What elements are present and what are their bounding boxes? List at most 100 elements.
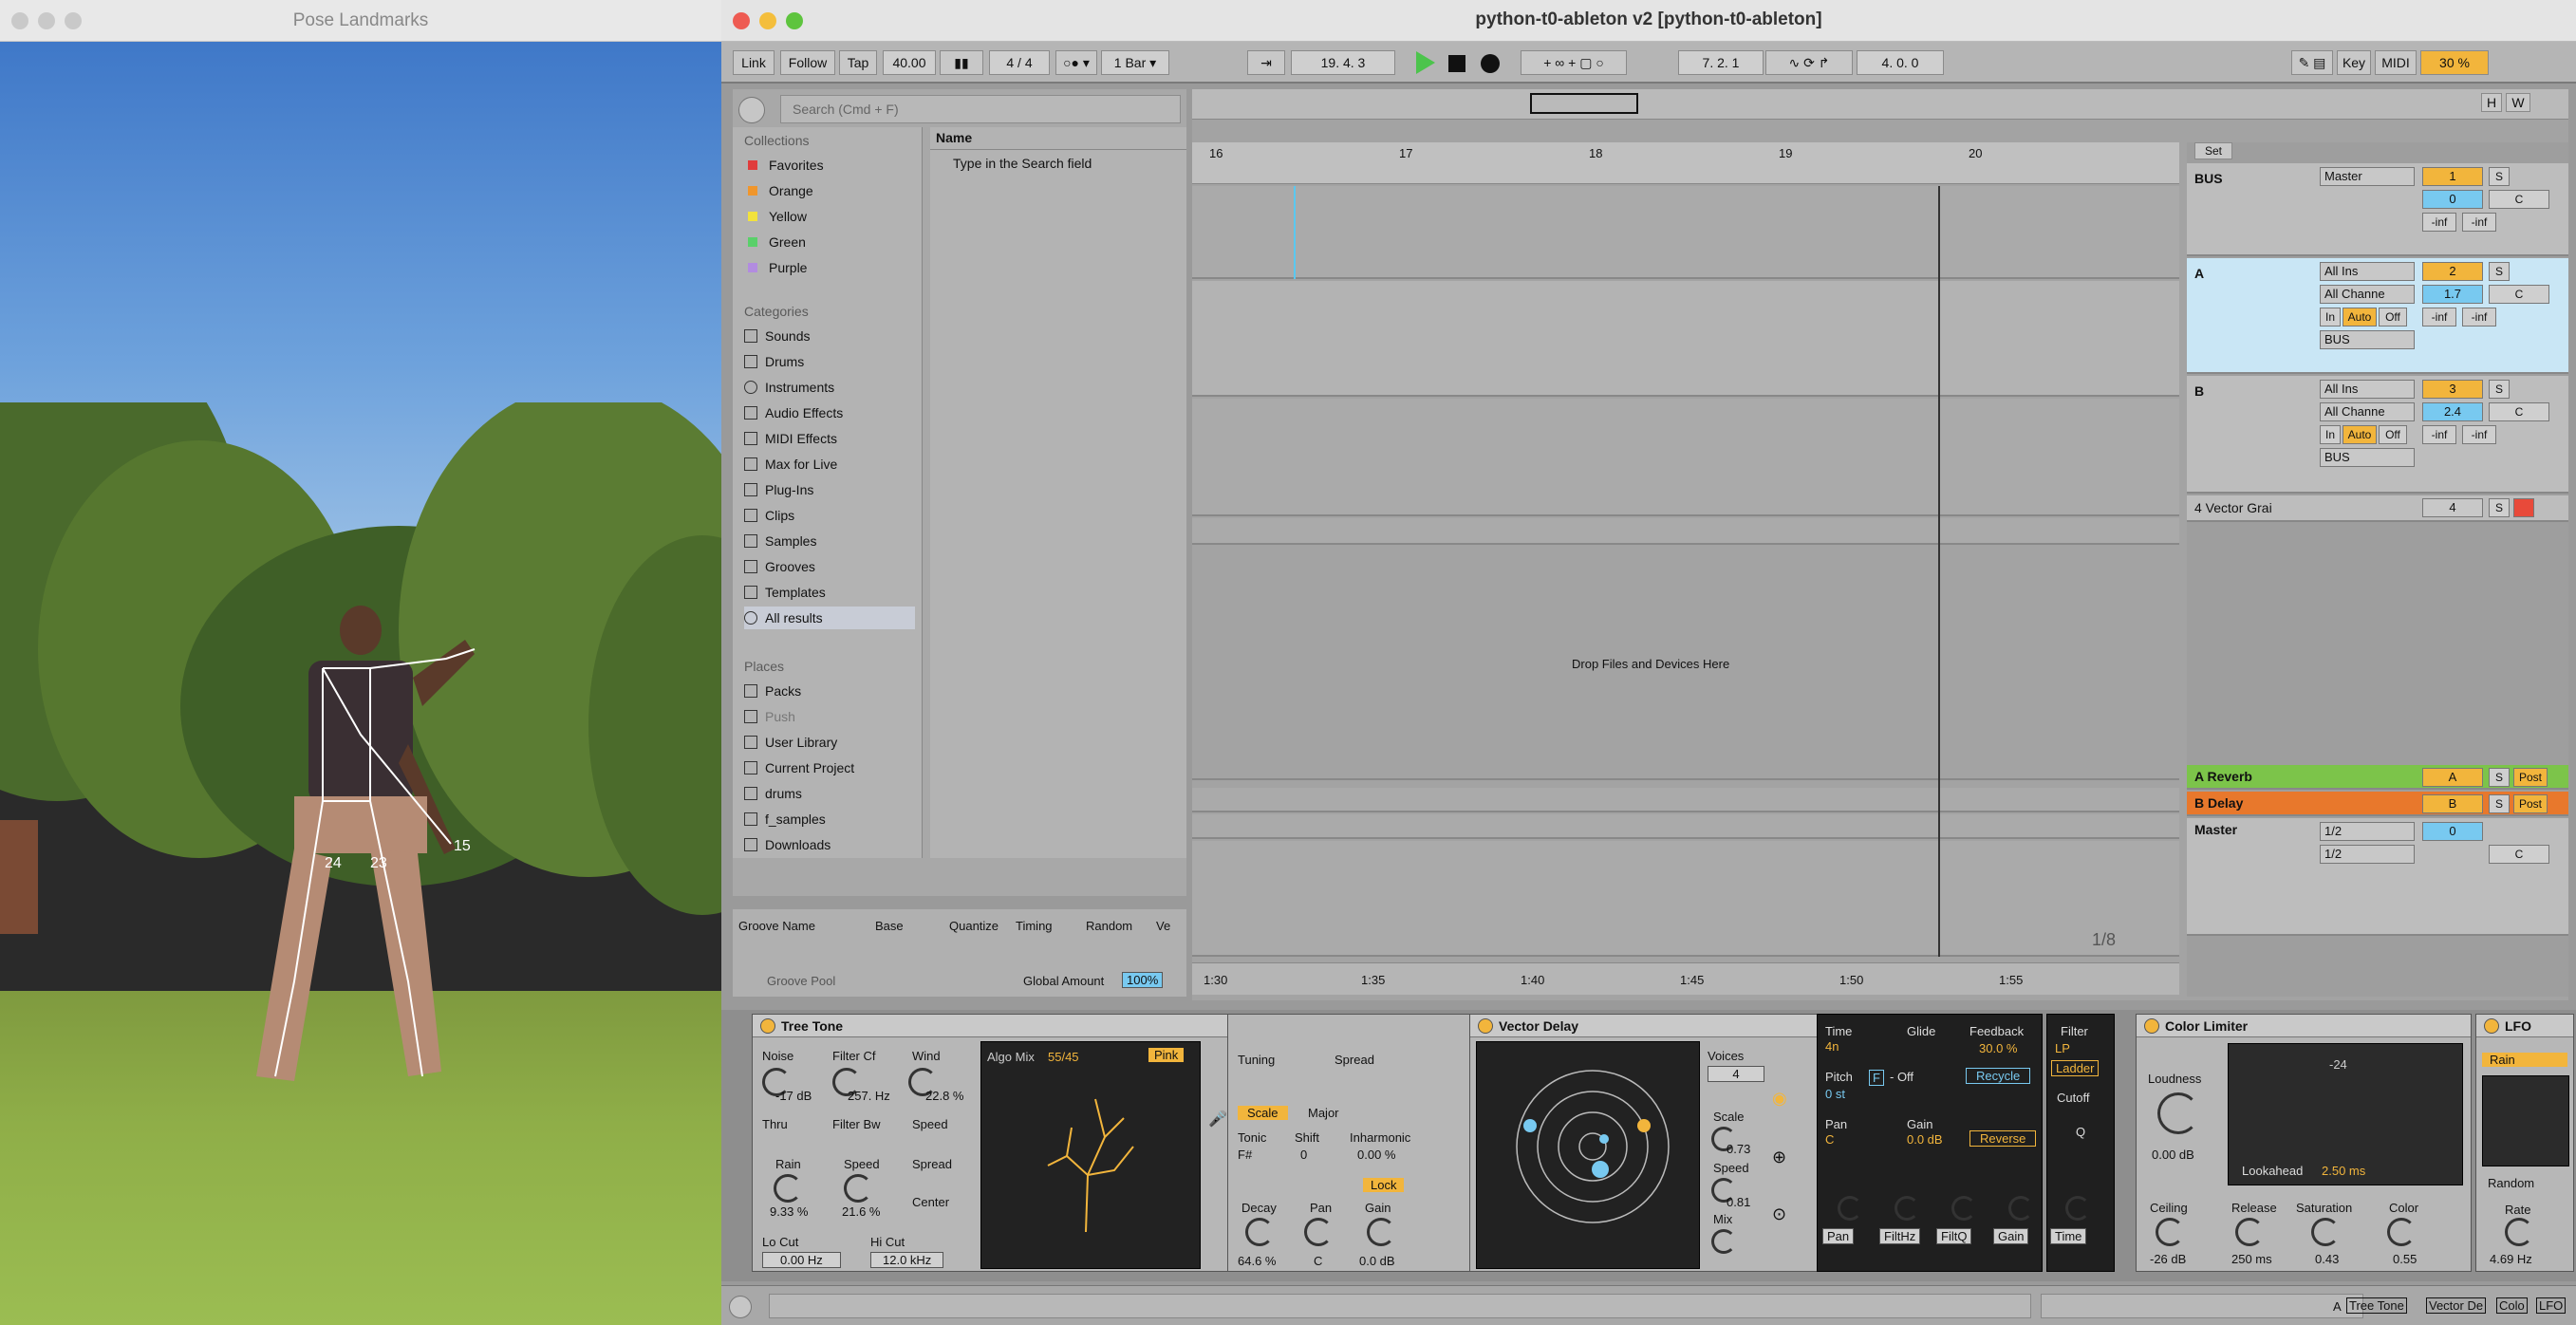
input-channel[interactable]: All Channe: [2320, 402, 2415, 421]
mix-knob[interactable]: [1711, 1229, 1736, 1254]
mod-gain-knob[interactable]: [2008, 1196, 2033, 1221]
collection-yellow[interactable]: Yellow: [744, 205, 915, 228]
filter-type[interactable]: LP: [2055, 1041, 2070, 1055]
category-sounds[interactable]: Sounds: [744, 325, 915, 347]
input-type[interactable]: All Ins: [2320, 262, 2415, 281]
stop-icon[interactable]: [1448, 55, 1465, 72]
overdub-automation-icons[interactable]: + ∞ + ▢ ○: [1521, 50, 1627, 75]
place-f-samples[interactable]: f_samples: [744, 808, 915, 830]
tap-tempo-button[interactable]: Tap: [839, 50, 877, 75]
place-user-library[interactable]: User Library: [744, 731, 915, 754]
chain-color-limiter[interactable]: Colo: [2496, 1297, 2528, 1314]
lane-vector-grain[interactable]: [1192, 518, 2179, 545]
gain-value[interactable]: 0.0 dB: [1907, 1132, 1943, 1147]
input-type[interactable]: All Ins: [2320, 380, 2415, 399]
track-b[interactable]: B All Ins All Channe In Auto Off BUS 3 S…: [2187, 376, 2568, 494]
groove-col-quantize[interactable]: Quantize: [949, 919, 999, 933]
lo-cut-field[interactable]: 0.00 Hz: [762, 1252, 841, 1268]
track-bus[interactable]: BUS Master 1 S 0 C -inf -inf: [2187, 163, 2568, 256]
category-drums[interactable]: Drums: [744, 350, 915, 373]
mod-filtq-knob[interactable]: [1951, 1196, 1976, 1221]
groove-col-name[interactable]: Groove Name: [738, 919, 815, 933]
place-downloads[interactable]: Downloads: [744, 833, 915, 856]
metronome-icon[interactable]: ▮▮: [940, 50, 983, 75]
monitor-in[interactable]: In: [2320, 308, 2341, 327]
return-a-reverb[interactable]: A Reverb A S Post: [2187, 765, 2568, 790]
pitch-value[interactable]: 0 st: [1825, 1087, 1845, 1101]
place-packs[interactable]: Packs: [744, 680, 915, 702]
groove-col-velocity[interactable]: Ve: [1156, 919, 1170, 933]
volume-field[interactable]: 0: [2422, 190, 2483, 209]
metronome-dots-icon[interactable]: ○● ▾: [1055, 50, 1097, 75]
vector-delay-display[interactable]: [1476, 1041, 1700, 1269]
sync-icon[interactable]: ◉: [1772, 1089, 1787, 1109]
solo-button[interactable]: S: [2489, 794, 2510, 813]
loop-length-field[interactable]: 4. 0. 0: [1857, 50, 1944, 75]
output-routing[interactable]: Master: [2320, 167, 2415, 186]
set-button[interactable]: Set: [2194, 142, 2232, 159]
place-push[interactable]: Push: [744, 705, 915, 728]
lfo-shape[interactable]: Random: [2488, 1176, 2534, 1190]
quantize-select[interactable]: 1 Bar ▾: [1101, 50, 1169, 75]
decay-knob[interactable]: [1245, 1218, 1274, 1246]
voices-field[interactable]: 4: [1708, 1066, 1764, 1082]
category-instruments[interactable]: Instruments: [744, 376, 915, 399]
return-activator[interactable]: B: [2422, 794, 2483, 813]
solo-button[interactable]: S: [2489, 380, 2510, 399]
shift-value[interactable]: 0: [1300, 1148, 1307, 1162]
w-button[interactable]: W: [2506, 93, 2530, 112]
randomize-icon[interactable]: ⊙: [1772, 1204, 1786, 1224]
browser-toggle-icon[interactable]: [738, 97, 765, 123]
record-icon[interactable]: [1481, 54, 1500, 73]
input-channel[interactable]: All Channe: [2320, 285, 2415, 304]
inharmonic-value[interactable]: 0.00 %: [1357, 1148, 1395, 1162]
mod-pan-knob[interactable]: [1838, 1196, 1862, 1221]
speed2-knob[interactable]: [844, 1174, 872, 1203]
follow-button[interactable]: Follow: [780, 50, 835, 75]
mod-filthz-select[interactable]: FiltHz: [1879, 1228, 1921, 1244]
pink-button[interactable]: Pink: [1148, 1048, 1185, 1062]
groove-col-random[interactable]: Random: [1086, 919, 1132, 933]
lock-button[interactable]: Lock: [1363, 1178, 1405, 1192]
place-current-project[interactable]: Current Project: [744, 756, 915, 779]
mod-filthz-knob[interactable]: [1895, 1196, 1919, 1221]
collection-green[interactable]: Green: [744, 231, 915, 253]
release-knob[interactable]: [2235, 1218, 2264, 1246]
loop-start-field[interactable]: 7. 2. 1: [1678, 50, 1764, 75]
device-title[interactable]: Color Limiter: [2137, 1015, 2471, 1037]
recycle-button[interactable]: Recycle: [1966, 1068, 2031, 1084]
mod-pan-select[interactable]: Pan: [1822, 1228, 1855, 1244]
loop-controls-icons[interactable]: ∿ ⟳ ↱: [1765, 50, 1853, 75]
category-all-results[interactable]: All results: [744, 607, 915, 629]
track-a[interactable]: A All Ins All Channe In Auto Off BUS 2 S…: [2187, 258, 2568, 374]
track-activator[interactable]: 1: [2422, 167, 2483, 186]
groove-col-timing[interactable]: Timing: [1016, 919, 1053, 933]
global-amount-field[interactable]: 100%: [1122, 972, 1164, 988]
lane-master[interactable]: 1/8: [1192, 841, 2179, 957]
lane-a-reverb[interactable]: [1192, 788, 2179, 812]
tonic-value[interactable]: F#: [1238, 1148, 1252, 1162]
collection-favorites[interactable]: Favorites: [744, 154, 915, 177]
mod-gain-select[interactable]: Gain: [1993, 1228, 2029, 1244]
scale-button[interactable]: Scale: [1238, 1106, 1288, 1120]
category-templates[interactable]: Templates: [744, 581, 915, 604]
rain-knob[interactable]: [774, 1174, 802, 1203]
ladder-button[interactable]: Ladder: [2051, 1060, 2100, 1076]
time-signature-field[interactable]: 4 / 4: [989, 50, 1050, 75]
time-ruler[interactable]: 1:30 1:35 1:40 1:45 1:50 1:55: [1192, 962, 2179, 995]
play-icon[interactable]: [1416, 51, 1435, 74]
tempo-field[interactable]: 40.00: [883, 50, 936, 75]
overview-strip[interactable]: H W: [1192, 89, 2568, 120]
overview-viewport[interactable]: [1530, 93, 1638, 114]
monitor-auto[interactable]: Auto: [2343, 425, 2377, 444]
reverse-button[interactable]: Reverse: [1969, 1130, 2037, 1147]
return-b-delay[interactable]: B Delay B S Post: [2187, 792, 2568, 816]
pan-field[interactable]: C: [2489, 402, 2549, 421]
lane-bus[interactable]: [1192, 186, 2179, 279]
lane-b[interactable]: [1192, 399, 2179, 516]
time-value[interactable]: 4n: [1825, 1039, 1839, 1054]
device-on-icon[interactable]: [1478, 1018, 1493, 1034]
arm-button[interactable]: [2513, 498, 2534, 517]
monitor-off[interactable]: Off: [2379, 308, 2407, 327]
category-plug-ins[interactable]: Plug-Ins: [744, 478, 915, 501]
